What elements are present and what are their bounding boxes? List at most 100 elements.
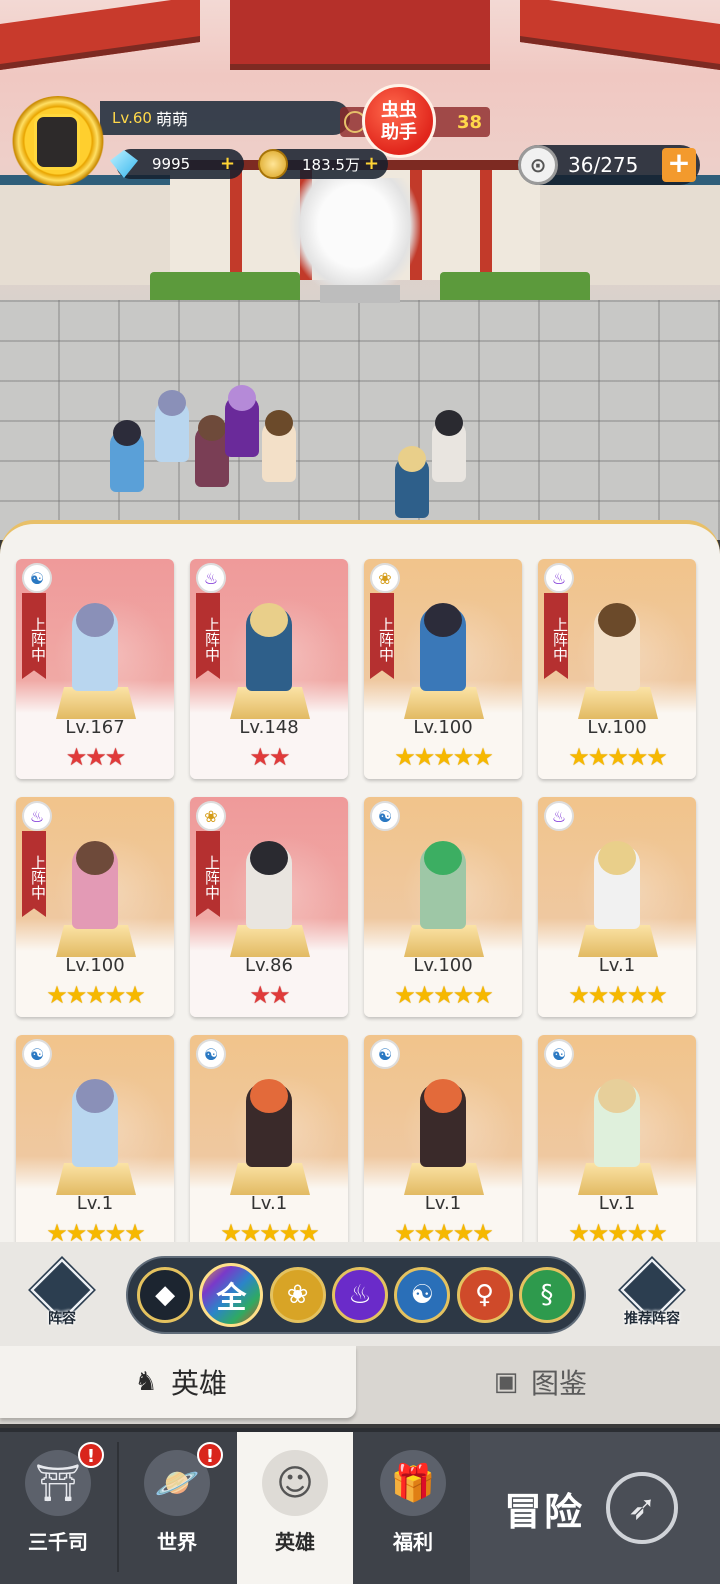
hero-slot-icon: ⊙: [518, 145, 558, 185]
assistant-label-line1: 虫虫: [381, 100, 417, 121]
assistant-button[interactable]: 虫虫 助手: [362, 84, 436, 158]
gem-value: 9995: [152, 155, 191, 173]
plaza-hero[interactable]: [225, 385, 259, 457]
hero-level: Lv.100: [65, 955, 125, 976]
swirl-icon: ☯: [370, 801, 400, 831]
pedestal: [578, 925, 658, 957]
on-team-ribbon: 上阵中: [370, 593, 394, 679]
filter-all-label: 全: [216, 1281, 247, 1316]
alert-badge: !: [78, 1442, 104, 1468]
add-roster-button[interactable]: +: [662, 148, 696, 182]
hero-card[interactable]: ❀ 上阵中 Lv.100 ★★★★★: [364, 559, 522, 779]
hero-sprite: [420, 841, 466, 929]
meditation-icon: ♀: [475, 1280, 495, 1310]
recommend-label: 推荐阵容: [624, 1311, 680, 1327]
filter-swirl-button[interactable]: ☯: [394, 1267, 451, 1323]
adventure-button[interactable]: 冒险 ➶: [470, 1432, 720, 1584]
flame-icon: ♨: [196, 563, 226, 593]
hero-level: Lv.100: [413, 955, 473, 976]
on-team-ribbon: 上阵中: [196, 593, 220, 679]
nav-item-heroes[interactable]: ☺ 英雄: [237, 1432, 353, 1584]
filter-default-button[interactable]: ◆: [137, 1267, 194, 1323]
hero-card[interactable]: ❀ 上阵中 Lv.86 ★★: [190, 797, 348, 1017]
tab-heroes[interactable]: ♞ 英雄: [0, 1346, 356, 1418]
hero-card[interactable]: ☯ Lv.1 ★★★★★: [538, 1035, 696, 1242]
hero-card[interactable]: ☯ Lv.1 ★★★★★: [16, 1035, 174, 1242]
hero-level: Lv.1: [250, 1193, 288, 1214]
hero-panel: ☯ 上阵中 Lv.167 ★★★ ♨ 上阵中 Lv.148 ★★ ❀ 上阵中 Lv.100 ★★★★★…: [0, 520, 720, 1242]
filter-lotus-button[interactable]: ❀: [269, 1267, 326, 1323]
pedestal: [56, 687, 136, 719]
diamond-icon: ◆: [155, 1280, 176, 1310]
player-level: Lv.60: [112, 109, 152, 127]
faction-filter: ◆ 全 ❀ ♨ ☯ ♀ §: [126, 1256, 586, 1334]
flame-icon: ♨: [544, 563, 574, 593]
filter-flame-button[interactable]: ♨: [331, 1267, 388, 1323]
pedestal: [404, 687, 484, 719]
plaza-hero[interactable]: [110, 420, 144, 492]
add-gems-button[interactable]: +: [220, 155, 236, 173]
star-rating: ★★: [249, 743, 290, 771]
plaza-hero[interactable]: [155, 390, 189, 462]
hero-card[interactable]: ☯ Lv.1 ★★★★★: [364, 1035, 522, 1242]
player-name: 萌萌: [155, 110, 188, 129]
lineup-button[interactable]: 阵容: [22, 1258, 102, 1334]
roster-value: 36/275: [568, 153, 639, 177]
swirl-icon: ☯: [544, 1039, 574, 1069]
hero-head: [424, 841, 462, 875]
hero-sprite: [72, 603, 118, 691]
tab-guide[interactable]: ▣ 图鉴: [356, 1346, 720, 1418]
lotus-icon: ❀: [370, 563, 400, 593]
hero-head: [424, 603, 462, 637]
hero-card[interactable]: ☯ 上阵中 Lv.167 ★★★: [16, 559, 174, 779]
star-rating: ★★★★★: [568, 981, 668, 1009]
plaza-hero[interactable]: [395, 446, 429, 518]
pedestal: [404, 925, 484, 957]
hero-card[interactable]: ♨ 上阵中 Lv.100 ★★★★★: [538, 559, 696, 779]
hero-level: Lv.100: [587, 717, 647, 738]
coin-counter: 183.5万 +: [258, 149, 388, 179]
nav-label: 三千司: [28, 1530, 88, 1554]
plaza-hero[interactable]: [262, 410, 296, 482]
add-coins-button[interactable]: +: [364, 155, 380, 173]
bottom-nav: ⛩ 三千司 ! 🪐 世界 ! ☺ 英雄 🎁 福利 冒险 ➶: [0, 1428, 720, 1584]
gem-counter: 9995 +: [110, 149, 244, 179]
hero-level: Lv.100: [413, 717, 473, 738]
filter-meditation-button[interactable]: ♀: [456, 1267, 513, 1323]
hero-card[interactable]: ♨ Lv.1 ★★★★★: [538, 797, 696, 1017]
nav-label: 世界: [157, 1530, 197, 1554]
on-team-ribbon: 上阵中: [22, 593, 46, 679]
flame-icon: ♨: [22, 801, 52, 831]
gift-box-icon: 🎁: [380, 1450, 446, 1516]
player-info-bar[interactable]: Lv.60 萌萌: [100, 101, 350, 135]
filter-all-button[interactable]: 全: [199, 1263, 264, 1327]
plaza-hero[interactable]: [195, 415, 229, 487]
filter-dna-button[interactable]: §: [518, 1267, 575, 1323]
hero-head: [76, 603, 114, 637]
avatar[interactable]: [10, 96, 106, 186]
recommended-lineup-button[interactable]: 推荐阵容: [612, 1258, 692, 1334]
swirl-icon: ☯: [22, 563, 52, 593]
nav-label: 福利: [393, 1530, 433, 1554]
roster-counter: ⊙ 36/275 +: [518, 145, 700, 185]
hero-card[interactable]: ☯ Lv.100 ★★★★★: [364, 797, 522, 1017]
nav-item-welfare[interactable]: 🎁 福利: [355, 1432, 471, 1584]
swirl-icon: ☯: [410, 1280, 434, 1310]
lineup-label: 阵容: [48, 1311, 76, 1327]
hero-card[interactable]: ♨ 上阵中 Lv.100 ★★★★★: [16, 797, 174, 1017]
stone-plaza: [0, 300, 720, 540]
avatar-portrait: [34, 114, 80, 170]
nav-item-world[interactable]: 🪐 世界 !: [119, 1432, 235, 1584]
assistant-label-line2: 助手: [381, 122, 417, 143]
nav-item-sanqiansi[interactable]: ⛩ 三千司 !: [0, 1432, 116, 1584]
star-rating: ★★★★★: [46, 1219, 146, 1242]
hero-card[interactable]: ♨ 上阵中 Lv.148 ★★: [190, 559, 348, 779]
tab-heroes-label: 英雄: [170, 1367, 227, 1400]
pedestal: [230, 687, 310, 719]
lotus-icon: ❀: [286, 1280, 309, 1310]
plaza-hero[interactable]: [432, 410, 466, 482]
hero-silhouette-icon: ♞: [134, 1367, 158, 1397]
hero-card[interactable]: ☯ Lv.1 ★★★★★: [190, 1035, 348, 1242]
fox-statue: [290, 178, 420, 298]
star-rating: ★★★★★: [568, 1219, 668, 1242]
